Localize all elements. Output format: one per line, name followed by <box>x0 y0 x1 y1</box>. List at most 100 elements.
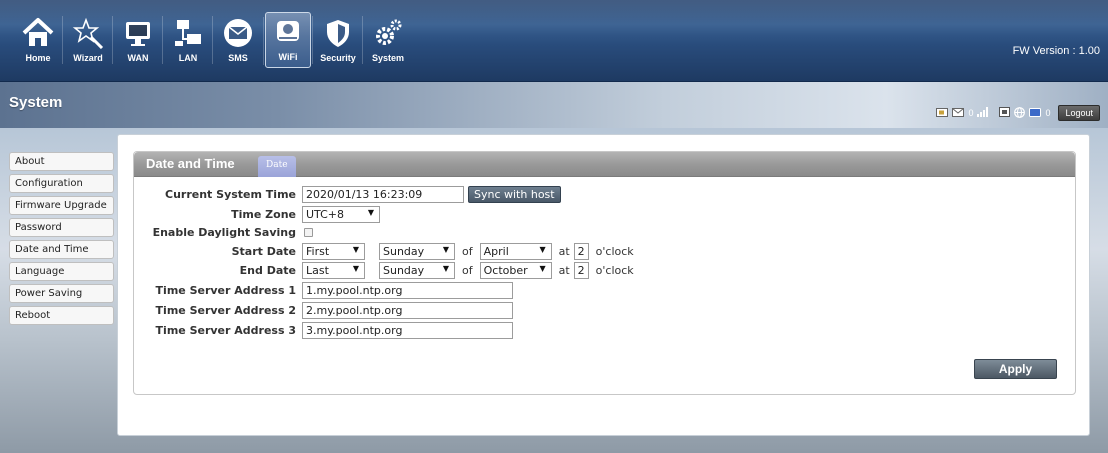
nav-security[interactable]: Security <box>312 12 361 68</box>
gears-icon <box>370 16 406 50</box>
end-day-select[interactable]: Sunday ▼ <box>379 261 455 279</box>
time-server-3-input[interactable]: 3.my.pool.ntp.org <box>302 321 513 339</box>
row-time-server-1: Time Server Address 1 1.my.pool.ntp.org <box>134 281 513 299</box>
wifi-icon <box>270 15 306 49</box>
panel-title: Date and Time <box>146 156 235 171</box>
page-title: System <box>9 94 63 111</box>
section-title-band: System 0 0 Logout <box>0 82 1108 128</box>
main-content: Date and Time Date Current System Time 2… <box>117 134 1090 436</box>
daylight-saving-label: Enable Daylight Saving <box>152 225 296 239</box>
envelope-icon <box>220 16 256 50</box>
time-server-1-label: Time Server Address 1 <box>155 283 296 297</box>
dropdown-arrow-icon: ▼ <box>352 244 359 254</box>
end-hour-field[interactable]: 2 <box>573 261 589 279</box>
current-time-label: Current System Time <box>165 187 296 201</box>
nav-wan[interactable]: WAN <box>112 12 161 68</box>
row-time-server-3: Time Server Address 3 3.my.pool.ntp.org <box>134 321 513 339</box>
mail-icon <box>952 107 965 119</box>
time-server-2-label: Time Server Address 2 <box>155 303 296 317</box>
device-icon <box>999 107 1011 119</box>
wifi-clients-count: 0 <box>1045 108 1051 118</box>
at-text: at <box>558 263 570 277</box>
row-time-zone: Time Zone UTC+8 ▼ <box>134 205 380 223</box>
nav-wizard-label: Wizard <box>73 53 103 63</box>
main-nav: Home Wizard WAN LAN SMS WiFi Security Sy… <box>15 12 415 68</box>
logout-button[interactable]: Logout <box>1058 105 1100 121</box>
row-current-time: Current System Time 2020/01/13 16:23:09 … <box>134 185 561 203</box>
sidebar-item-reboot[interactable]: Reboot <box>9 306 114 325</box>
start-date-label: Start Date <box>231 244 296 258</box>
time-zone-select[interactable]: UTC+8 ▼ <box>302 205 380 223</box>
start-week-select[interactable]: First ▼ <box>302 242 365 260</box>
end-week-select[interactable]: Last ▼ <box>302 261 365 279</box>
monitor-icon <box>120 16 156 50</box>
sim-icon <box>936 107 949 119</box>
end-month-value: October <box>483 263 528 277</box>
row-end-date: End Date Last ▼ Sunday ▼ of October ▼ at… <box>134 261 641 279</box>
oclock-text: o'clock <box>595 244 634 258</box>
nav-home-label: Home <box>25 53 51 63</box>
panel-header: Date and Time Date <box>134 152 1075 177</box>
dropdown-arrow-icon: ▼ <box>367 207 374 217</box>
nav-sms[interactable]: SMS <box>212 12 261 68</box>
time-zone-value: UTC+8 <box>306 207 345 221</box>
dropdown-arrow-icon: ▼ <box>539 244 546 254</box>
nav-wifi-label: WiFi <box>278 52 298 62</box>
time-zone-label: Time Zone <box>231 207 296 221</box>
sidebar-item-firmware-upgrade[interactable]: Firmware Upgrade <box>9 196 114 215</box>
wifi-clients-icon <box>1029 107 1042 119</box>
daylight-saving-checkbox[interactable] <box>304 227 313 237</box>
time-server-1-input[interactable]: 1.my.pool.ntp.org <box>302 281 513 299</box>
network-icon <box>170 16 206 50</box>
sidebar-item-power-saving[interactable]: Power Saving <box>9 284 114 303</box>
dropdown-arrow-icon: ▼ <box>442 244 449 254</box>
sidebar-menu: About Configuration Firmware Upgrade Pas… <box>9 152 114 328</box>
nav-home[interactable]: Home <box>15 12 61 68</box>
tab-date[interactable]: Date <box>258 156 296 177</box>
top-navigation-bar: Home Wizard WAN LAN SMS WiFi Security Sy… <box>0 0 1108 82</box>
nav-wan-label: WAN <box>127 53 149 63</box>
start-day-select[interactable]: Sunday ▼ <box>379 242 455 260</box>
start-month-value: April <box>483 244 509 258</box>
sidebar-item-configuration[interactable]: Configuration <box>9 174 114 193</box>
end-month-select[interactable]: October ▼ <box>479 261 552 279</box>
nav-system-label: System <box>371 53 405 63</box>
current-time-field[interactable]: 2020/01/13 16:23:09 <box>302 185 464 203</box>
wand-icon <box>70 16 106 50</box>
row-start-date: Start Date First ▼ Sunday ▼ of April ▼ a… <box>134 242 641 260</box>
start-day-value: Sunday <box>383 244 425 258</box>
dropdown-arrow-icon: ▼ <box>442 263 449 273</box>
sidebar-item-about[interactable]: About <box>9 152 114 171</box>
nav-lan[interactable]: LAN <box>162 12 211 68</box>
at-text: at <box>558 244 570 258</box>
row-daylight-saving: Enable Daylight Saving <box>134 223 313 241</box>
dropdown-arrow-icon: ▼ <box>539 263 546 273</box>
firmware-version: FW Version : 1.00 <box>1012 45 1100 57</box>
dropdown-arrow-icon: ▼ <box>352 263 359 273</box>
oclock-text: o'clock <box>595 263 634 277</box>
end-day-value: Sunday <box>383 263 425 277</box>
nav-system[interactable]: System <box>362 12 411 68</box>
nav-lan-label: LAN <box>178 53 198 63</box>
nav-wifi[interactable]: WiFi <box>263 12 311 68</box>
start-week-value: First <box>306 244 330 258</box>
start-month-select[interactable]: April ▼ <box>479 242 552 260</box>
sidebar-item-language[interactable]: Language <box>9 262 114 281</box>
of-text: of <box>462 263 473 277</box>
nav-security-label: Security <box>320 53 356 63</box>
sidebar-item-date-and-time[interactable]: Date and Time <box>9 240 114 259</box>
apply-button[interactable]: Apply <box>974 359 1057 379</box>
nav-sms-label: SMS <box>228 53 248 63</box>
sync-with-host-button[interactable]: Sync with host <box>468 185 561 203</box>
end-week-value: Last <box>306 263 329 277</box>
time-server-3-label: Time Server Address 3 <box>155 323 296 337</box>
signal-icon <box>977 107 989 119</box>
start-hour-field[interactable]: 2 <box>573 242 589 260</box>
sidebar-item-password[interactable]: Password <box>9 218 114 237</box>
nav-wizard[interactable]: Wizard <box>62 12 111 68</box>
status-bar: 0 0 Logout <box>936 105 1100 121</box>
date-time-panel: Date and Time Date Current System Time 2… <box>133 151 1076 395</box>
end-date-label: End Date <box>239 263 296 277</box>
time-server-2-input[interactable]: 2.my.pool.ntp.org <box>302 301 513 319</box>
of-text: of <box>462 244 473 258</box>
